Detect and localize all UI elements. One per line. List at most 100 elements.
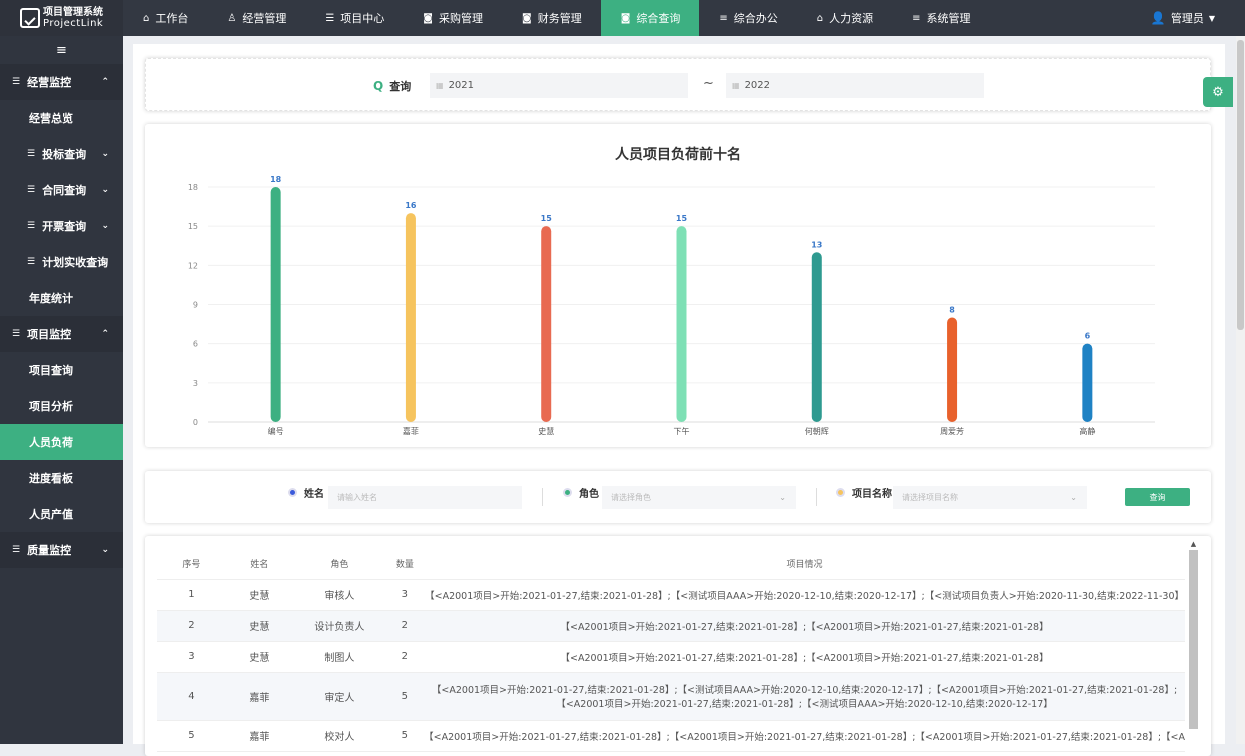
table-cell-detail: 【<A2001项目>开始:2021-01-27,结束:2021-01-28】;【… [424, 672, 1185, 720]
bar-value-label: 13 [811, 240, 822, 249]
bar [271, 187, 281, 422]
nav-item-label: 人力资源 [829, 10, 873, 26]
table-row[interactable]: 4嘉菲审定人5【<A2001项目>开始:2021-01-27,结束:2021-0… [157, 672, 1185, 720]
end-year-picker[interactable]: ▦ 2022 [726, 73, 984, 98]
chevron-down-icon: ⌄ [1070, 493, 1077, 502]
project-dot-icon [836, 488, 845, 497]
filter-bar: 姓名 请输入姓名 角色 请选择角色 ⌄ 项目名称 请选择项目名称 ⌄ 查询 [145, 471, 1211, 523]
sliders-icon: ≡ [719, 13, 727, 24]
table-scrollbar[interactable] [1189, 550, 1198, 729]
calendar-icon: ▦ [436, 81, 444, 90]
sidebar-item[interactable]: ☰经营监控⌃ [0, 64, 123, 100]
table-cell-detail: 【<A2001项目>开始:2021-01-27,结束:2021-01-28】;【… [424, 610, 1185, 641]
logo-icon [20, 8, 40, 28]
sidebar-item[interactable]: 进度看板 [0, 460, 123, 496]
divider [542, 488, 543, 506]
sidebar-item-label: 进度看板 [29, 470, 73, 486]
column-header[interactable]: 序号 [157, 549, 226, 579]
sidebar-item[interactable]: ☰项目监控⌃ [0, 316, 123, 352]
user-menu[interactable]: 👤 管理员 ▼ [1151, 0, 1215, 36]
sidebar-item[interactable]: ☰计划实收查询⌄ [0, 244, 123, 280]
sidebar-item[interactable]: ☰开票查询⌄ [0, 208, 123, 244]
nav-item[interactable]: ≡综合办公 [699, 0, 796, 36]
sidebar-item-label: 项目查询 [29, 362, 73, 378]
table-row[interactable]: 1史慧审核人3【<A2001项目>开始:2021-01-27,结束:2021-0… [157, 579, 1185, 610]
project-filter-label: 项目名称 [836, 485, 892, 500]
nav-item[interactable]: ≡系统管理 [892, 0, 989, 36]
chart-icon: ◙ [423, 13, 433, 24]
sliders-icon: ☰ [12, 77, 20, 87]
x-tick-label: 高静 [1079, 426, 1095, 436]
role-select[interactable]: 请选择角色 ⌄ [602, 486, 796, 509]
sidebar-item[interactable]: ☰质量监控⌄ [0, 532, 123, 568]
chevron-down-icon: ⌄ [101, 545, 109, 555]
sidebar-item-label: 计划实收查询 [42, 254, 108, 270]
nav-item[interactable]: ◙ 采购管理 [403, 0, 502, 36]
sidebar-item[interactable]: 项目查询 [0, 352, 123, 388]
chevron-up-icon: ⌃ [101, 77, 109, 87]
chevron-down-icon: ⌄ [779, 493, 786, 502]
table-cell-detail: 【<A2001项目>开始:2021-01-27,结束:2021-01-28】;【… [424, 641, 1185, 672]
y-tick-label: 9 [193, 301, 198, 310]
sidebar-item[interactable]: ☰投标查询⌄ [0, 136, 123, 172]
bar-value-label: 18 [270, 175, 282, 184]
bar [677, 226, 687, 422]
table-cell-name: 嘉菲 [226, 672, 293, 720]
sidebar-item-label: 项目分析 [29, 398, 73, 414]
sidebar-item[interactable]: 年度统计 [0, 280, 123, 316]
sidebar-item-label: 人员负荷 [29, 434, 73, 450]
sidebar-item-label: 项目监控 [27, 326, 71, 342]
table-cell-detail: 【<A2001项目>开始:2021-01-27,结束:2021-01-28】;【… [424, 579, 1185, 610]
scroll-up-icon[interactable]: ▲ [1189, 540, 1198, 550]
x-tick-label: 史慧 [538, 426, 554, 436]
table-row[interactable]: 2史慧设计负责人2【<A2001项目>开始:2021-01-27,结束:2021… [157, 610, 1185, 641]
sidebar-item-label: 合同查询 [42, 182, 86, 198]
sidebar-item[interactable]: 经营总览 [0, 100, 123, 136]
project-select[interactable]: 请选择项目名称 ⌄ [893, 486, 1087, 509]
sidebar-item[interactable]: 项目分析 [0, 388, 123, 424]
page-scrollbar[interactable] [1236, 36, 1245, 744]
settings-icon[interactable]: ⚙ [1203, 77, 1233, 107]
sidebar-item-label: 质量监控 [27, 542, 71, 558]
bar [406, 213, 416, 422]
table-cell-role: 制图人 [293, 641, 386, 672]
start-year-picker[interactable]: ▦ 2021 [430, 73, 688, 98]
role-filter-label: 角色 [563, 485, 599, 500]
user-name: 管理员 [1171, 10, 1204, 26]
role-dot-icon [563, 488, 572, 497]
sidebar-item[interactable]: 人员产值 [0, 496, 123, 532]
bar-chart: 036912151818编号16嘉菲15史慧15下午13何朝辉8周爱芳6高静 [145, 124, 1211, 447]
sliders-icon: ≡ [912, 13, 920, 24]
table-cell-no: 5 [157, 720, 226, 751]
page-scrollbar-thumb[interactable] [1237, 40, 1244, 330]
column-header[interactable]: 角色 [293, 549, 386, 579]
table-row[interactable]: 5嘉菲校对人5【<A2001项目>开始:2021-01-27,结束:2021-0… [157, 720, 1185, 751]
detail-line: 【<A2001项目>开始:2021-01-27,结束:2021-01-28】;【… [424, 650, 1185, 664]
table-cell-name: 史慧 [226, 641, 293, 672]
table-cell-role: 校对人 [293, 720, 386, 751]
result-table-card: 序号姓名角色数量项目情况 1史慧审核人3【<A2001项目>开始:2021-01… [145, 536, 1211, 756]
bar [1082, 344, 1092, 422]
column-header[interactable]: 项目情况 [424, 549, 1185, 579]
top-navigation: ⌂工作台♙经营管理☰项目中心◙采购管理◙财务管理◙综合查询≡综合办公⌂人力资源≡… [123, 0, 1245, 36]
app-name-en: ProjectLink [43, 18, 103, 29]
column-header[interactable]: 数量 [386, 549, 425, 579]
nav-item[interactable]: ◙财务管理 [502, 0, 601, 36]
app-logo[interactable]: 项目管理系统 ProjectLink [0, 0, 123, 36]
nav-item[interactable]: ☰项目中心 [305, 0, 403, 36]
table-row[interactable]: 3史慧制图人2【<A2001项目>开始:2021-01-27,结束:2021-0… [157, 641, 1185, 672]
sidebar-item-label: 投标查询 [42, 146, 86, 162]
nav-item[interactable]: ♙经营管理 [207, 0, 305, 36]
nav-item[interactable]: ⌂工作台 [123, 0, 207, 36]
sidebar-item[interactable]: ☰合同查询⌄ [0, 172, 123, 208]
search-button[interactable]: 查询 [1125, 488, 1190, 506]
nav-item[interactable]: ⌂人力资源 [797, 0, 892, 36]
nav-item[interactable]: ◙综合查询 [601, 0, 700, 36]
column-header[interactable]: 姓名 [226, 549, 293, 579]
chevron-up-icon: ⌃ [101, 329, 109, 339]
nav-item-label: 采购管理 [439, 10, 483, 26]
menu-toggle-icon[interactable]: ≡ [0, 36, 123, 64]
sidebar-item[interactable]: 人员负荷 [0, 424, 123, 460]
name-input[interactable]: 请输入姓名 [328, 486, 522, 509]
x-tick-label: 编号 [268, 426, 284, 436]
